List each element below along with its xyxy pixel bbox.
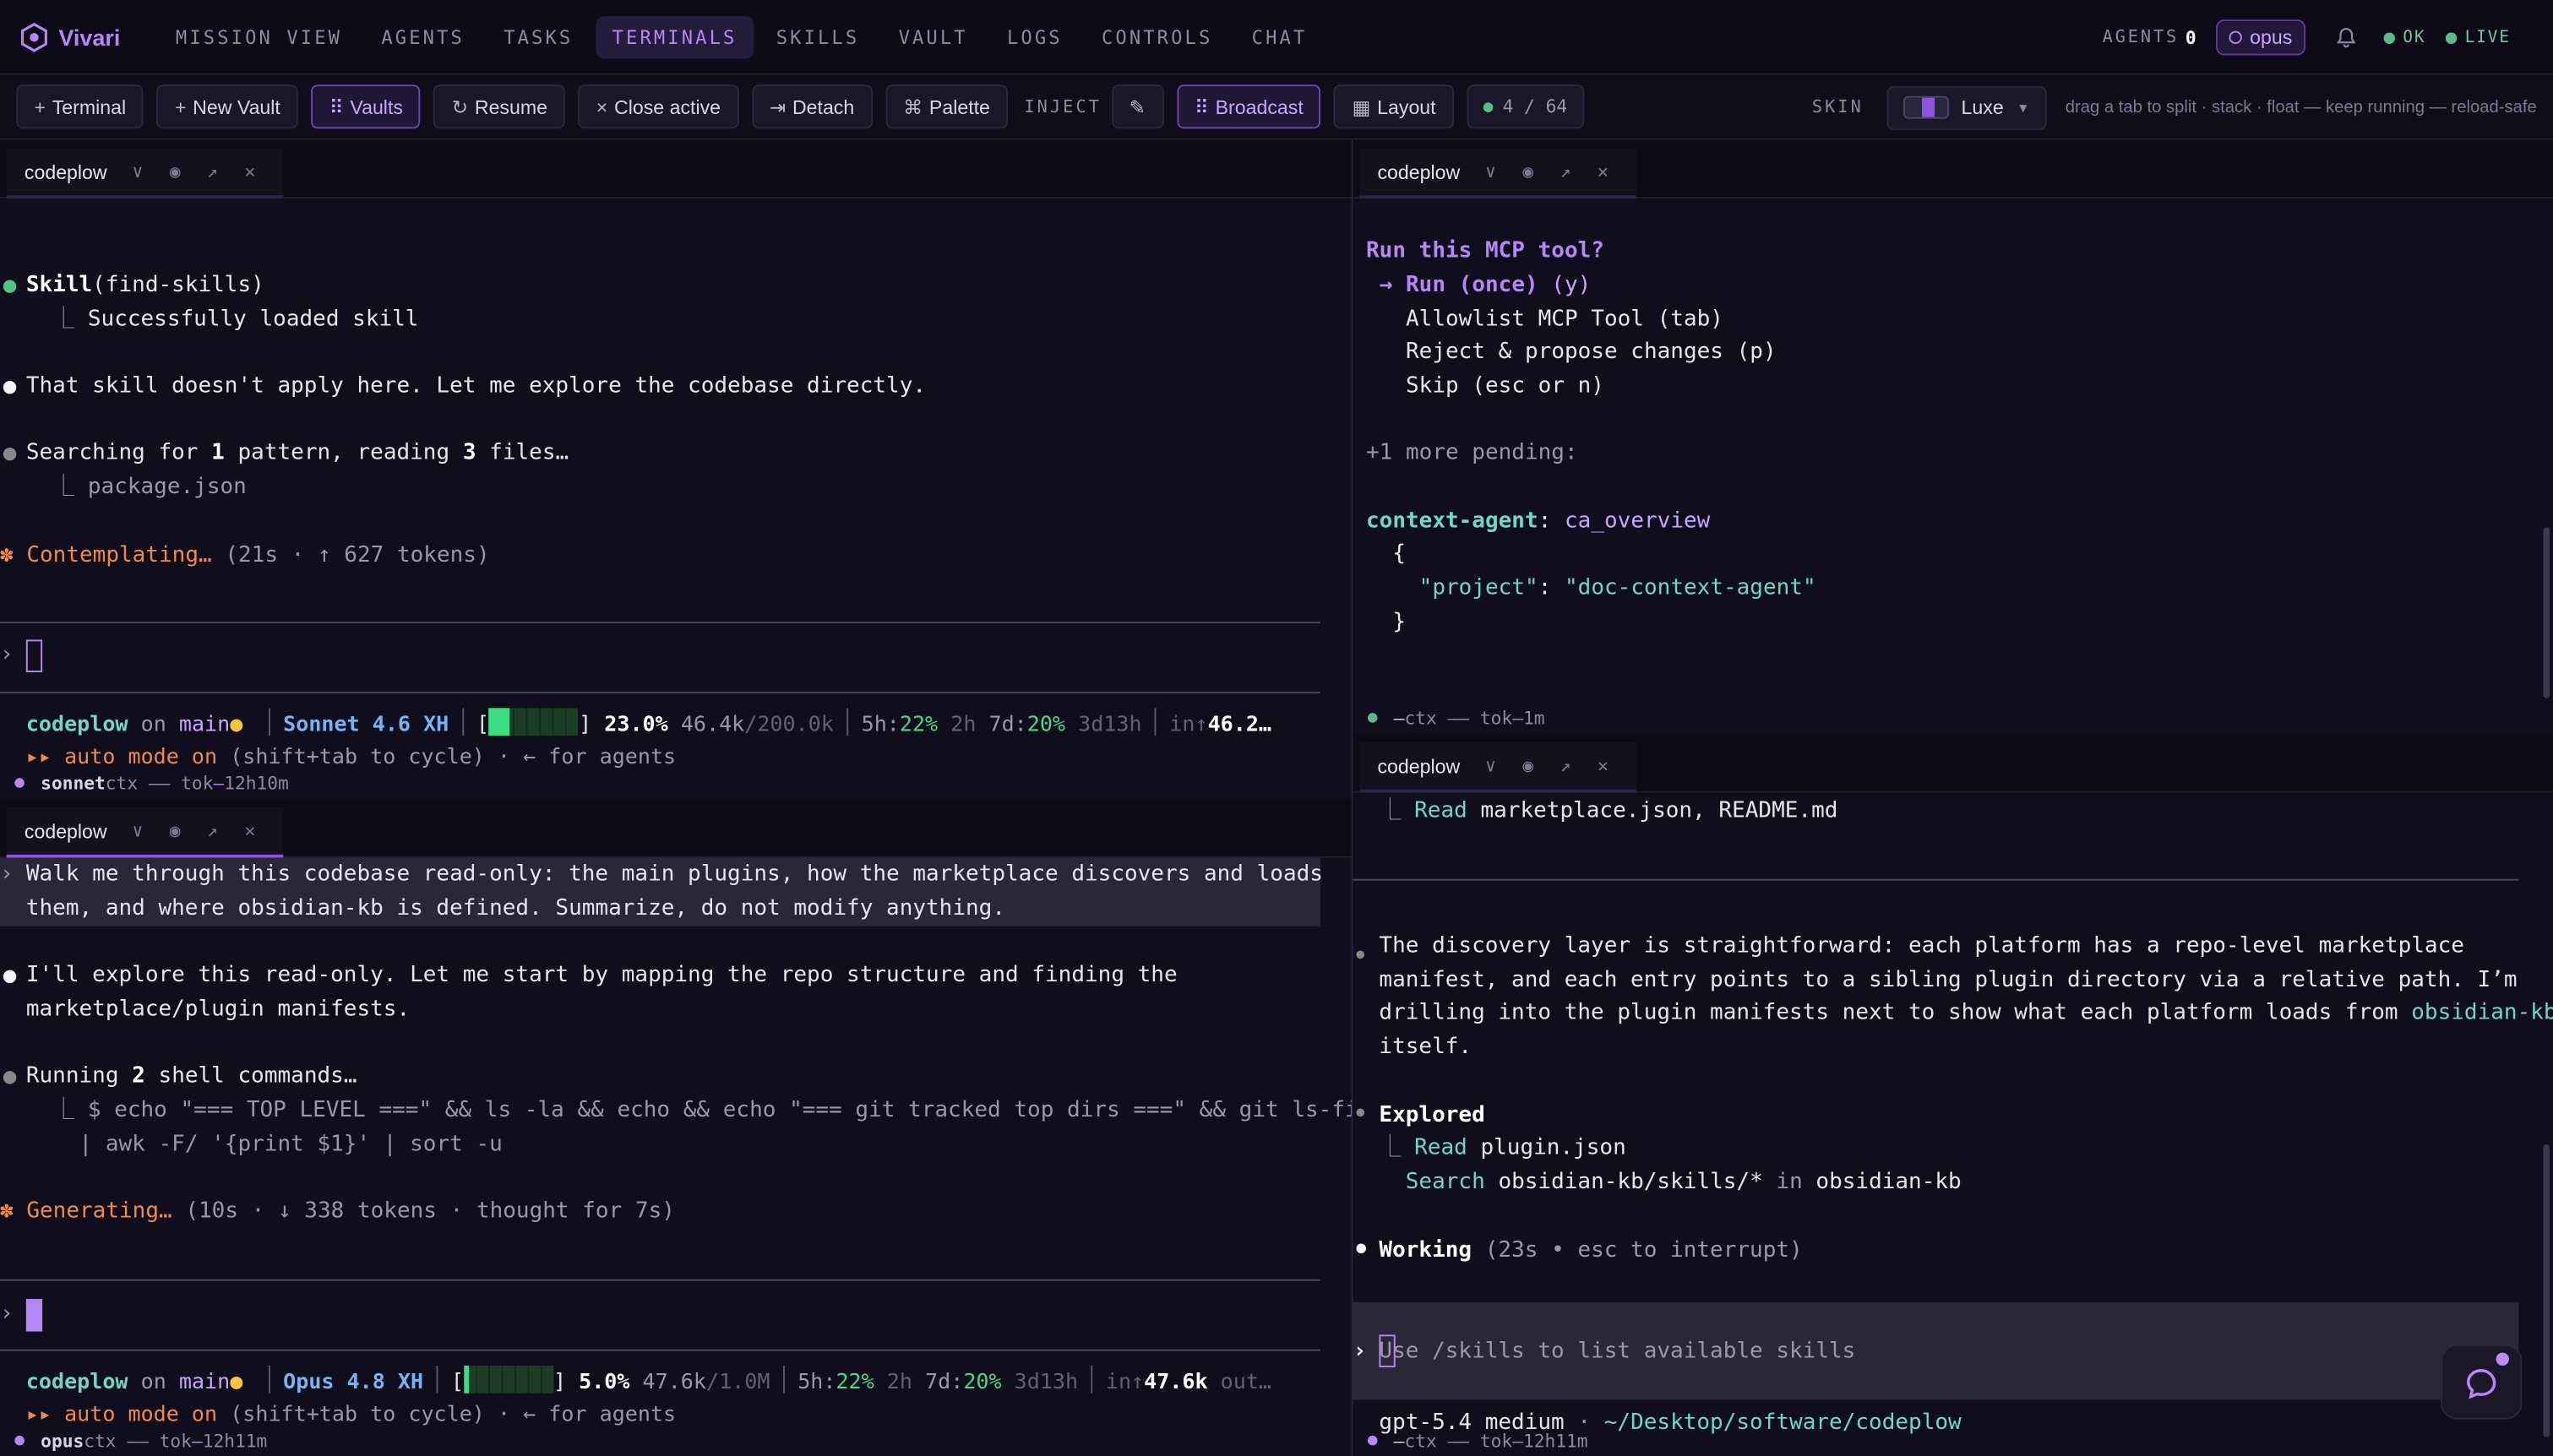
- bell-icon[interactable]: [2334, 26, 2357, 49]
- terminal-output: Skill(find-skills) ⎿ Successfully loaded…: [0, 198, 1352, 799]
- app-logo[interactable]: Vivari: [19, 22, 120, 52]
- nav-terminals[interactable]: TERMINALS: [596, 15, 754, 58]
- broadcast-button[interactable]: ⠿ Broadcast: [1176, 84, 1321, 129]
- resume-button[interactable]: ↻ Resume: [433, 84, 566, 129]
- chevron-down-icon[interactable]: ∨: [119, 820, 156, 841]
- close-icon[interactable]: ✕: [1584, 161, 1621, 182]
- status-line: codeplow on main● Sonnet 4.6 XH[] 23.0% …: [26, 708, 1271, 743]
- status-line: codeplow on main● Opus 4.8 XH[] 5.0% 47.…: [26, 1365, 1271, 1401]
- terminal-pane-bottom-left[interactable]: codeplow ∨ ◉ ↗ ✕ › Walk me through this …: [0, 799, 1352, 1456]
- chevron-down-icon[interactable]: ∨: [119, 161, 156, 182]
- pane-footer: — ctx — — tok — 12h11m: [1353, 1426, 2553, 1455]
- pane-tabbar: codeplow ∨ ◉ ↗ ✕: [0, 799, 1352, 858]
- scrollbar[interactable]: [2543, 1144, 2550, 1437]
- status-live: LIVE: [2445, 29, 2511, 46]
- nav-logs[interactable]: LOGS: [991, 15, 1079, 57]
- nav-chat[interactable]: CHAT: [1235, 15, 1323, 57]
- pane-footer: — ctx — — tok — 1m: [1353, 704, 2553, 733]
- pin-icon[interactable]: ◉: [156, 820, 193, 841]
- skin-select[interactable]: Luxe ▼: [1886, 85, 2046, 130]
- pane-footer: sonnet ctx — — tok — 12h10m: [0, 769, 1352, 798]
- vaults-button[interactable]: ⠿ Vaults: [311, 84, 422, 129]
- chat-fab-button[interactable]: [2441, 1344, 2523, 1420]
- model-dot-icon: [2229, 30, 2242, 45]
- pane-footer: opus ctx — — tok — 12h11m: [0, 1426, 1352, 1455]
- nav-tasks[interactable]: TASKS: [487, 15, 590, 57]
- model-chip[interactable]: opus: [2215, 19, 2305, 56]
- chevron-down-icon: ▼: [2017, 100, 2030, 115]
- skin-swatch: [1903, 95, 1949, 119]
- popout-icon[interactable]: ↗: [1547, 755, 1584, 776]
- skin-label: SKIN: [1811, 97, 1864, 117]
- nav-mission-view[interactable]: MISSION VIEW: [160, 15, 359, 57]
- terminal-output: › Walk me through this codebase read-onl…: [0, 857, 1352, 1456]
- chevron-down-icon[interactable]: ∨: [1472, 755, 1509, 776]
- nav-controls[interactable]: CONTROLS: [1086, 15, 1229, 57]
- pen-icon: ✎: [1129, 95, 1146, 118]
- nav-vault[interactable]: VAULT: [882, 15, 984, 57]
- close-icon[interactable]: ✕: [231, 161, 269, 182]
- terminal-pane-bottom-right[interactable]: codeplow ∨ ◉ ↗ ✕ ⎿ Read marketplace.json…: [1353, 734, 2553, 1456]
- new-vault-button[interactable]: + New Vault: [156, 84, 299, 129]
- model-chip-label: opus: [2250, 25, 2293, 49]
- pane-tabbar: codeplow ∨ ◉ ↗ ✕: [1353, 734, 2553, 793]
- terminal-output: Run this MCP tool? → Run (once) (y) Allo…: [1365, 237, 1816, 635]
- terminal-tab[interactable]: codeplow ∨ ◉ ↗ ✕: [1359, 742, 1636, 793]
- vivari-logo-icon: [21, 22, 47, 52]
- scrollbar[interactable]: [2543, 527, 2550, 698]
- close-icon[interactable]: ✕: [1584, 755, 1621, 776]
- status-ok: OK: [2383, 29, 2425, 46]
- popout-icon[interactable]: ↗: [193, 820, 231, 841]
- new-terminal-button[interactable]: + Terminal: [16, 84, 144, 129]
- inject-label: INJECT: [1024, 96, 1102, 117]
- terminal-tab[interactable]: codeplow ∨ ◉ ↗ ✕: [1359, 148, 1636, 199]
- app-name: Vivari: [58, 23, 121, 50]
- top-nav: Vivari MISSION VIEW AGENTS TASKS TERMINA…: [0, 0, 2553, 75]
- palette-button[interactable]: ⌘ Palette: [885, 84, 1009, 129]
- notification-dot: [2496, 1352, 2509, 1366]
- prompt-input[interactable]: Use /skills to list available skills: [1379, 1334, 1855, 1368]
- pane-tabbar: codeplow ∨ ◉ ↗ ✕: [0, 139, 1352, 199]
- terminal-tab[interactable]: codeplow ∨ ◉ ↗ ✕: [6, 148, 284, 199]
- close-icon[interactable]: ✕: [231, 820, 269, 841]
- chat-bubble-icon: [2467, 1369, 2496, 1399]
- inject-pen-button[interactable]: ✎: [1111, 84, 1164, 129]
- terminal-output: ⎿ Read marketplace.json, README.md The d…: [1353, 797, 2553, 1436]
- nav-agents[interactable]: AGENTS: [365, 15, 481, 57]
- popout-icon[interactable]: ↗: [1547, 161, 1584, 182]
- pin-icon[interactable]: ◉: [1510, 161, 1547, 182]
- terminal-pane-top-left[interactable]: codeplow ∨ ◉ ↗ ✕ Skill(find-skills) ⎿ Su…: [0, 139, 1352, 800]
- layout-button[interactable]: ▦ Layout: [1334, 84, 1454, 129]
- chevron-down-icon[interactable]: ∨: [1472, 161, 1509, 182]
- popout-icon[interactable]: ↗: [193, 161, 231, 182]
- pin-icon[interactable]: ◉: [1510, 755, 1547, 776]
- toolbar: + Terminal + New Vault ⠿ Vaults ↻ Resume × Cl…: [0, 74, 2553, 140]
- pin-icon[interactable]: ◉: [156, 161, 193, 182]
- close-active-button[interactable]: × Close active: [578, 84, 739, 129]
- agents-label: AGENTS: [2102, 27, 2180, 47]
- terminal-tab[interactable]: codeplow ∨ ◉ ↗ ✕: [6, 807, 284, 858]
- terminal-counter: 4 / 64: [1467, 84, 1584, 129]
- detach-button[interactable]: ⇥ Detach: [751, 84, 873, 129]
- pane-tabbar: codeplow ∨ ◉ ↗ ✕: [1353, 139, 2553, 199]
- nav-skills[interactable]: SKILLS: [759, 15, 875, 57]
- agents-count: 0: [2185, 26, 2196, 48]
- terminal-pane-top-right[interactable]: codeplow ∨ ◉ ↗ ✕ Run this MCP tool? → Ru…: [1353, 139, 2553, 735]
- layout-hint: drag a tab to split · stack · float — ke…: [2065, 97, 2537, 117]
